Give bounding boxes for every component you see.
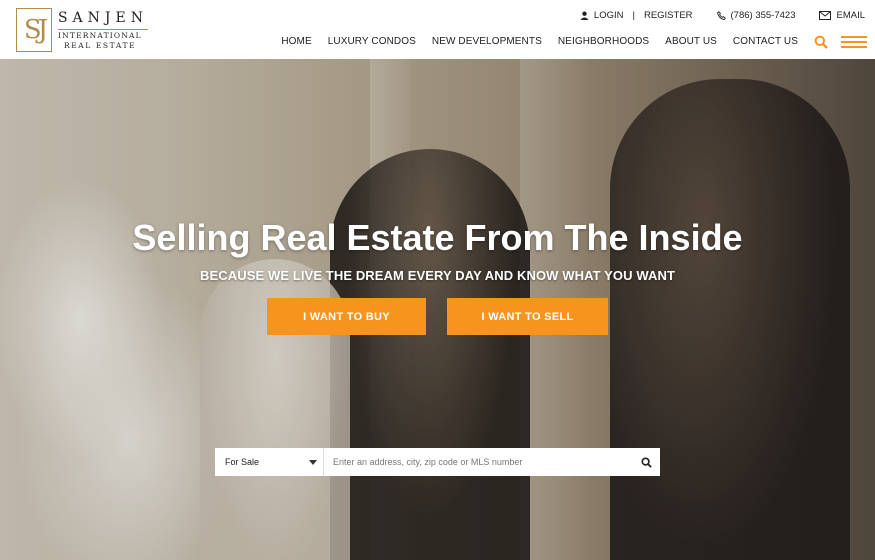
- nav-item-home[interactable]: HOME: [281, 36, 311, 47]
- logo-line-3: REAL ESTATE: [63, 40, 137, 50]
- login-link[interactable]: LOGIN: [580, 10, 624, 21]
- search-submit-button[interactable]: [632, 448, 660, 476]
- register-label: REGISTER: [643, 10, 693, 21]
- logo-monogram: SJ: [23, 15, 48, 45]
- logo-wordmark: SANJEN INTERNATIONAL REAL ESTATE: [57, 10, 148, 50]
- hamburger-line: [841, 41, 867, 43]
- hero-overlay: [0, 59, 875, 560]
- hamburger-menu-button[interactable]: [841, 36, 867, 48]
- hamburger-line: [841, 36, 867, 38]
- site-logo[interactable]: SJ SANJEN INTERNATIONAL REAL ESTATE: [16, 7, 148, 53]
- nav-item-new-developments[interactable]: NEW DEVELOPMENTS: [432, 36, 542, 47]
- header-search-button[interactable]: [814, 35, 828, 49]
- phone-link[interactable]: (786) 355-7423: [716, 10, 796, 21]
- search-icon: [814, 35, 828, 49]
- listing-type-value: For Sale: [225, 457, 260, 467]
- listing-type-select[interactable]: For Sale: [215, 448, 324, 476]
- i-want-to-buy-button[interactable]: I WANT TO BUY: [267, 298, 426, 335]
- utility-bar: LOGIN | REGISTER (786) 355-7423 EMAIL: [580, 10, 865, 21]
- user-icon: [580, 11, 589, 20]
- hamburger-line: [841, 46, 867, 48]
- site-header: SJ SANJEN INTERNATIONAL REAL ESTATE LOGI…: [0, 0, 875, 59]
- topbar-divider: |: [632, 10, 635, 21]
- nav-item-about-us[interactable]: ABOUT US: [665, 36, 717, 47]
- envelope-icon: [819, 11, 832, 20]
- logo-line-2: INTERNATIONAL: [57, 29, 148, 40]
- property-search-bar: For Sale: [215, 448, 660, 476]
- hero-banner: Selling Real Estate From The Inside BECA…: [0, 59, 875, 560]
- hero-title: Selling Real Estate From The Inside: [132, 217, 743, 258]
- nav-item-luxury-condos[interactable]: LUXURY CONDOS: [328, 36, 416, 47]
- email-label: EMAIL: [836, 10, 865, 21]
- caret-down-icon: [309, 460, 317, 465]
- logo-mark: SJ: [16, 8, 52, 52]
- nav-item-neighborhoods[interactable]: NEIGHBORHOODS: [558, 36, 649, 47]
- register-link[interactable]: REGISTER: [644, 10, 693, 21]
- nav-item-contact-us[interactable]: CONTACT US: [733, 36, 798, 47]
- logo-line-1: SANJEN: [57, 10, 148, 26]
- phone-icon: [716, 11, 726, 20]
- i-want-to-sell-button[interactable]: I WANT TO SELL: [447, 298, 608, 335]
- search-input[interactable]: [324, 448, 632, 476]
- email-link[interactable]: EMAIL: [819, 10, 865, 21]
- main-nav: HOME LUXURY CONDOS NEW DEVELOPMENTS NEIG…: [265, 36, 798, 47]
- login-label: LOGIN: [593, 10, 624, 21]
- search-icon: [640, 456, 652, 468]
- hero-subtitle: BECAUSE WE LIVE THE DREAM EVERY DAY AND …: [199, 268, 676, 283]
- phone-number: (786) 355-7423: [730, 10, 796, 21]
